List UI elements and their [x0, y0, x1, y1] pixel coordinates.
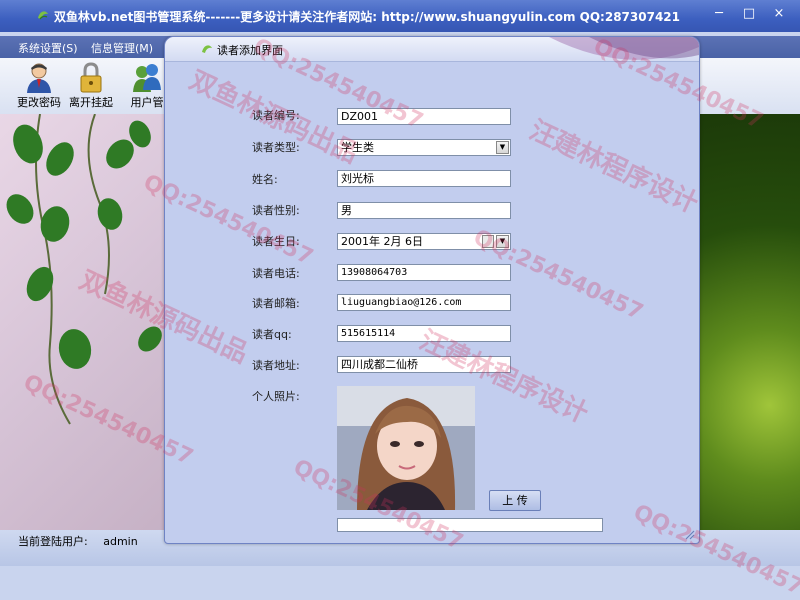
lock-leave-button[interactable]: 离开挂起 [66, 60, 116, 112]
calendar-checkbox-icon[interactable] [482, 235, 494, 248]
phone-label: 读者电话: [252, 267, 300, 280]
gender-label: 读者性别: [252, 204, 300, 217]
status-text: 当前登陆用户: admin [18, 533, 138, 549]
reader-add-dialog: 读者添加界面 读者编号: DZ001 读者类型: 学生类 ▼ 姓名: 刘光标 读… [164, 36, 700, 544]
reader-type-label: 读者类型: [252, 141, 300, 154]
photo-path-input[interactable] [337, 518, 603, 532]
phone-input[interactable]: 13908064703 [337, 264, 511, 281]
user-avatar-icon [27, 63, 51, 93]
portrait-image [337, 386, 475, 510]
date-dropdown-icon[interactable]: ▼ [496, 235, 509, 248]
dialog-decoration [549, 37, 699, 60]
maximize-button[interactable]: □ [736, 4, 762, 24]
reader-id-input[interactable]: DZ001 [337, 108, 511, 125]
minimize-button[interactable]: ─ [706, 4, 732, 24]
app-fish-icon [38, 11, 48, 20]
lock-leave-label: 离开挂起 [69, 96, 113, 109]
qq-input[interactable]: 515615114 [337, 325, 511, 342]
address-input[interactable]: 四川成都二仙桥 [337, 356, 511, 373]
resize-grip-icon[interactable] [683, 528, 695, 540]
photo-label: 个人照片: [252, 390, 300, 403]
reader-id-label: 读者编号: [252, 109, 300, 122]
address-label: 读者地址: [252, 359, 300, 372]
main-title-bar: 双鱼林vb.net图书管理系统-------更多设计请关注作者网站: http:… [0, 0, 800, 32]
birthday-label: 读者生日: [252, 235, 300, 248]
upload-button[interactable]: 上 传 [489, 490, 541, 511]
birthday-value: 2001年 2月 6日 [341, 235, 423, 248]
reader-type-value: 学生类 [341, 141, 374, 154]
name-label: 姓名: [252, 173, 278, 186]
reader-photo [337, 386, 475, 510]
email-label: 读者邮箱: [252, 297, 300, 310]
chevron-down-icon[interactable]: ▼ [496, 141, 509, 154]
wallpaper-left [0, 114, 165, 530]
users-group-icon [133, 64, 161, 92]
dialog-title: 读者添加界面 [217, 44, 283, 57]
dialog-app-icon [202, 45, 212, 53]
vine-image [6, 114, 162, 425]
wallpaper-right [698, 114, 800, 530]
name-input[interactable]: 刘光标 [337, 170, 511, 187]
close-button[interactable]: × [766, 4, 792, 24]
padlock-icon [80, 62, 102, 93]
change-password-label: 更改密码 [17, 96, 61, 109]
status-user-label: 当前登陆用户: [18, 535, 88, 548]
menu-info-management[interactable]: 信息管理(M) [91, 40, 153, 56]
window-title: 双鱼林vb.net图书管理系统-------更多设计请关注作者网站: http:… [54, 10, 680, 24]
reader-type-select[interactable]: 学生类 ▼ [337, 139, 511, 156]
gender-input[interactable]: 男 [337, 202, 511, 219]
change-password-button[interactable]: 更改密码 [14, 60, 64, 112]
birthday-picker[interactable]: 2001年 2月 6日 ▼ [337, 233, 511, 250]
qq-label: 读者qq: [252, 328, 292, 341]
email-input[interactable]: liuguangbiao@126.com [337, 294, 511, 311]
status-username: admin [103, 535, 138, 548]
menu-system-settings[interactable]: 系统设置(S) [18, 40, 78, 56]
